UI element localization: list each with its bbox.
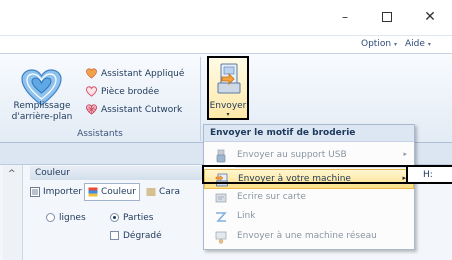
menu-item-write-card[interactable]: Ecrire sur carte (204, 188, 414, 208)
menu-item-send-usb[interactable]: Envoyer au support USB ▸ (204, 146, 414, 166)
heart-outline-icon (86, 86, 97, 97)
dropdown-title: Envoyer le motif de broderie (204, 125, 414, 142)
chevron-down-icon: ▾ (226, 111, 230, 118)
option-degrade-label: Dégradé (123, 231, 162, 241)
scroll-up-icon[interactable]: ^ (8, 169, 16, 179)
chevron-down-icon: ▾ (394, 41, 398, 48)
tab-couleur[interactable]: Couleur (84, 183, 140, 201)
tab-caracteres[interactable]: Cara (146, 183, 180, 201)
envoyer-label: Envoyer (209, 101, 247, 111)
send-design-icon (217, 63, 241, 94)
menu-aide[interactable]: Aide ▾ (405, 39, 431, 49)
embroidered-patch-label: Pièce brodée (101, 86, 160, 97)
cutwork-wizard-button[interactable]: Assistant Cutwork (86, 102, 182, 117)
card-icon (215, 193, 227, 203)
radio-parties[interactable] (110, 213, 119, 222)
envoyer-button[interactable]: Envoyer ▾ (207, 56, 249, 120)
background-fill-button[interactable]: Remplissage d'arrière-plan (0, 57, 84, 125)
menu-item-link[interactable]: Link (204, 207, 414, 227)
link-icon (216, 212, 227, 222)
panel-header: Couleur (30, 166, 210, 180)
heart-lattice-icon (86, 104, 97, 115)
menu-aide-label: Aide (405, 39, 425, 49)
chevron-down-icon: ▾ (427, 41, 431, 48)
radio-lignes[interactable] (46, 213, 55, 222)
option-lignes-label: lignes (59, 213, 86, 223)
applique-wizard-button[interactable]: Assistant Appliqué (86, 66, 184, 81)
tab-importer-label: Importer (43, 187, 83, 197)
import-icon (30, 187, 40, 197)
tab-caracteres-label: Cara (159, 187, 181, 197)
applique-wizard-label: Assistant Appliqué (101, 68, 185, 79)
option-parties-label: Parties (123, 213, 154, 223)
panel-tabs: Importer Couleur Cara (30, 183, 210, 201)
submenu-arrow-icon: ▸ (403, 150, 407, 158)
menu-item-send-usb-label: Envoyer au support USB (237, 150, 347, 160)
menu-option[interactable]: Option ▾ (361, 39, 397, 49)
cutwork-wizard-label: Assistant Cutwork (101, 104, 183, 115)
submenu-h-label: H: (423, 170, 433, 180)
menu-option-label: Option (361, 39, 392, 49)
minimize-button[interactable]: – (337, 9, 353, 25)
maximize-icon (382, 12, 392, 22)
menu-item-network-machine[interactable]: Envoyer à une machine réseau (204, 227, 414, 247)
close-button[interactable]: ✕ (422, 9, 438, 25)
tab-couleur-label: Couleur (101, 187, 136, 197)
option-degrade[interactable]: Dégradé (110, 231, 162, 241)
highlight-frame (202, 165, 410, 184)
menu-item-network-machine-label: Envoyer à une machine réseau (237, 231, 377, 241)
tab-importer[interactable]: Importer (30, 183, 82, 201)
menu-item-link-label: Link (237, 211, 256, 221)
assistants-group: Remplissage d'arrière-plan Assistant App… (0, 57, 201, 141)
color-icon (88, 187, 98, 197)
character-icon (146, 188, 156, 196)
menu-bar: Option ▾ Aide ▾ (0, 36, 452, 53)
maximize-button[interactable] (379, 9, 395, 25)
option-lignes[interactable]: lignes (46, 213, 86, 223)
send-dropdown-menu: Envoyer le motif de broderie Envoyer au … (203, 124, 415, 250)
usb-icon (216, 149, 226, 163)
title-bar: – ✕ (0, 0, 452, 36)
background-fill-label: Remplissage d'arrière-plan (11, 101, 73, 122)
embroidered-patch-button[interactable]: Pièce brodée (86, 84, 159, 99)
heart-icon (86, 68, 97, 79)
menu-item-write-card-label: Ecrire sur carte (237, 192, 306, 202)
vertical-scrollbar[interactable]: ^ (3, 165, 23, 260)
option-parties[interactable]: Parties (110, 213, 154, 223)
assistants-group-label: Assistants (77, 129, 123, 139)
network-machine-icon (215, 231, 227, 244)
checkbox-degrade[interactable] (110, 231, 119, 240)
